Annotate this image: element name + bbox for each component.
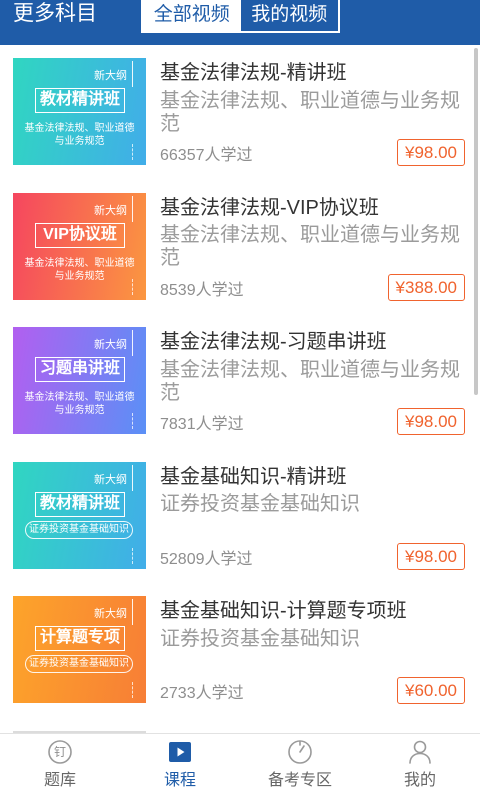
- course-subject: 基金法律法规、职业道德与业务规范: [160, 224, 460, 270]
- thumbnail-description-line: 基金法律法规、职业道德: [24, 392, 135, 404]
- price-button[interactable]: ¥388.00: [387, 273, 465, 301]
- thumbnail-badge: 新大纲: [94, 204, 127, 217]
- thumbnail-decor-dash: [132, 278, 133, 295]
- scrollbar[interactable]: [474, 48, 478, 395]
- thumbnail-decor-line: [132, 599, 133, 626]
- thumbnail-description: 基金法律法规、职业道德 与业务规范: [13, 391, 146, 417]
- price-button[interactable]: ¥98.00: [397, 408, 465, 436]
- nav-item-courses[interactable]: 课程: [120, 734, 240, 800]
- course-thumbnail[interactable]: 新大纲 教材精讲班 证券投资基金基础知识: [13, 461, 146, 569]
- nav-item-question-bank[interactable]: 钉 题库: [0, 734, 120, 800]
- thumbnail-decor-dash: [132, 144, 133, 160]
- price-button[interactable]: ¥98.00: [397, 139, 465, 166]
- thumbnail-description-line: 基金法律法规、职业道德: [24, 257, 135, 269]
- course-title[interactable]: 基金法律法规-习题串讲班: [160, 330, 387, 354]
- learner-count: 52809人学过: [160, 550, 253, 568]
- thumbnail-badge: 新大纲: [94, 339, 127, 352]
- course-thumbnail[interactable]: 新大纲 习题串讲班 基金法律法规、职业道德 与业务规范: [13, 327, 146, 435]
- person-icon: [407, 739, 433, 765]
- learner-count: 8539人学过: [160, 281, 244, 299]
- nav-label: 题库: [43, 772, 76, 789]
- course-list: 新大纲 教材精讲班 基金法律法规、职业道德 与业务规范 基金法律法规-精讲班 基…: [0, 45, 480, 733]
- nav-item-profile[interactable]: 我的: [360, 734, 480, 800]
- course-item[interactable]: 新大纲 教材精讲班 基金法律法规、职业道德 与业务规范 基金法律法规-精讲班 基…: [0, 45, 480, 180]
- top-bar: 更多科目 全部视频 我的视频: [0, 0, 480, 45]
- thumbnail-description-line: 基金法律法规、职业道德: [24, 123, 135, 134]
- thumbnail-decor-dash: [132, 547, 133, 564]
- thumbnail-decor-dash: [132, 413, 133, 430]
- thumbnail-badge: 新大纲: [94, 473, 127, 486]
- question-bank-icon-glyph: 钉: [53, 745, 66, 759]
- tab-all-videos[interactable]: 全部视频: [143, 0, 241, 31]
- course-subject: 证券投资基金基础知识: [160, 493, 360, 516]
- course-subject: 基金法律法规、职业道德与业务规范: [160, 89, 460, 135]
- learner-count: 2733人学过: [160, 685, 244, 703]
- thumbnail-subject-pill: 证券投资基金基础知识: [25, 520, 133, 539]
- thumbnail-description-line: 与业务规范: [54, 405, 105, 417]
- learner-count: 66357人学过: [160, 147, 253, 164]
- course-item[interactable]: 新大纲 教材精讲班 证券投资基金基础知识 基金基础知识-精讲班 证券投资基金基础…: [0, 449, 480, 584]
- course-subject: 基金法律法规、职业道德与业务规范: [160, 358, 460, 404]
- thumbnail-decor-line: [132, 61, 133, 87]
- thumbnail-decor-line: [132, 464, 133, 491]
- learner-count: 7831人学过: [160, 416, 244, 434]
- thumbnail-decor-line: [132, 330, 133, 357]
- thumbnail-description-line: 与业务规范: [54, 270, 105, 282]
- more-subjects-button[interactable]: 更多科目: [13, 0, 97, 27]
- course-title[interactable]: 基金基础知识-计算题专项班: [160, 599, 407, 623]
- thumbnail-subject-pill: 证券投资基金基础知识: [25, 655, 133, 674]
- thumbnail-description: 基金法律法规、职业道德 与业务规范: [13, 122, 146, 148]
- course-thumbnail[interactable]: 新大纲 计算题专项 证券投资基金基础知识: [13, 596, 146, 704]
- course-subject: 证券投资基金基础知识: [160, 627, 360, 650]
- thumbnail-badge: 新大纲: [94, 70, 127, 82]
- course-item[interactable]: 新大纲 计算题专项 证券投资基金基础知识 基金基础知识-计算题专项班 证券投资基…: [0, 583, 480, 718]
- course-thumbnail[interactable]: 新大纲 教材精讲班 基金法律法规、职业道德 与业务规范: [13, 58, 146, 165]
- thumbnail-title: VIP协议班: [35, 222, 125, 248]
- gauge-icon: [287, 739, 313, 765]
- price-button[interactable]: ¥60.00: [397, 677, 465, 705]
- price-button[interactable]: ¥98.00: [397, 542, 465, 570]
- nav-label: 课程: [163, 772, 196, 789]
- nav-item-exam-prep[interactable]: 备考专区: [240, 734, 360, 800]
- video-tabs: 全部视频 我的视频: [141, 0, 340, 33]
- course-title[interactable]: 基金法律法规-精讲班: [160, 61, 347, 85]
- thumbnail-title: 习题串讲班: [35, 357, 125, 383]
- thumbnail-description: 基金法律法规、职业道德 与业务规范: [13, 257, 146, 283]
- question-bank-icon: 钉: [47, 739, 73, 765]
- nav-label: 备考专区: [267, 772, 332, 789]
- tab-my-videos[interactable]: 我的视频: [241, 0, 339, 31]
- thumbnail-title: 计算题专项: [35, 626, 125, 652]
- bottom-nav: 钉 题库 课程 备考专区 我的: [0, 733, 480, 800]
- course-thumbnail[interactable]: 新大纲 VIP协议班 基金法律法规、职业道德 与业务规范: [13, 192, 146, 300]
- course-title[interactable]: 基金基础知识-精讲班: [160, 465, 347, 489]
- course-item[interactable]: 新大纲 VIP协议班 基金法律法规、职业道德 与业务规范 基金法律法规-VIP协…: [0, 180, 480, 315]
- course-item[interactable]: 新大纲 习题串讲班 基金法律法规、职业道德 与业务规范 基金法律法规-习题串讲班…: [0, 314, 480, 449]
- thumbnail-decor-dash: [132, 682, 133, 699]
- nav-label: 我的: [403, 772, 436, 789]
- thumbnail-description-line: 与业务规范: [54, 136, 105, 147]
- thumbnail-badge: 新大纲: [94, 608, 127, 621]
- thumbnail-title: 教材精讲班: [35, 88, 125, 113]
- thumbnail-decor-line: [132, 195, 133, 222]
- app-screen: 更多科目 全部视频 我的视频 新大纲 教材精讲班 基金法律法规、职业道德 与业务…: [0, 0, 480, 800]
- play-icon: [167, 739, 193, 765]
- course-title[interactable]: 基金法律法规-VIP协议班: [160, 196, 379, 220]
- thumbnail-title: 教材精讲班: [35, 491, 125, 517]
